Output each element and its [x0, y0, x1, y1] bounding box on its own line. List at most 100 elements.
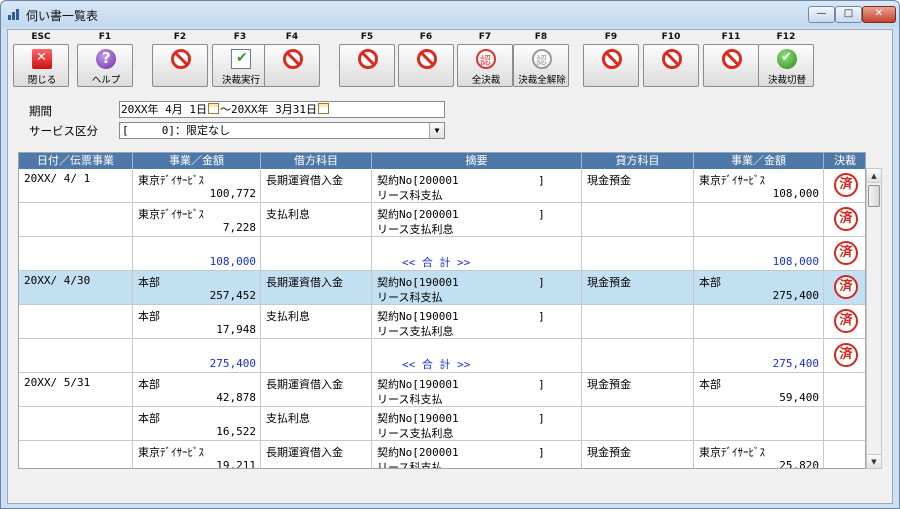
- table-row[interactable]: 本部 17,948 支払利息 契約No[190001 ] リース支払利息 済: [19, 305, 865, 339]
- memo-contract: 契約No[190001 ]: [377, 310, 545, 323]
- column-header[interactable]: 摘要: [372, 153, 582, 169]
- grid-cell: 契約No[200001 ] リース科支払: [372, 169, 582, 203]
- fkey-f5: F5: [339, 30, 395, 88]
- column-header[interactable]: 借方科目: [261, 153, 372, 169]
- grid-cell: [19, 237, 133, 271]
- credit-total-amount: 108,000: [772, 255, 819, 268]
- grid-cell: 現金預金: [582, 271, 694, 305]
- fkey-f1-button[interactable]: ヘルプ: [77, 44, 133, 87]
- close-window-button[interactable]: ✕: [862, 6, 896, 23]
- fkey-f7-button[interactable]: 全決裁: [457, 44, 513, 87]
- grid-cell: 長期運資借入金: [261, 441, 372, 468]
- period-from[interactable]: 20XX年 4月 1日: [121, 103, 207, 116]
- approval-cell[interactable]: 済: [824, 169, 865, 203]
- minimize-button[interactable]: —: [808, 6, 835, 23]
- fkey-f11-button[interactable]: [703, 44, 759, 87]
- grid-cell: 275,400: [133, 339, 261, 373]
- fkey-key-label: F3: [233, 32, 247, 42]
- credit-account: 現金預金: [587, 378, 631, 391]
- approval-cell[interactable]: 済: [824, 271, 865, 305]
- fkey-key-label: F6: [419, 32, 433, 42]
- grid-cell: 本部 17,948: [133, 305, 261, 339]
- fkey-f1: F1 ヘルプ: [77, 30, 133, 88]
- fkey-f4-button[interactable]: [264, 44, 320, 87]
- column-header[interactable]: 決裁: [824, 153, 865, 169]
- calendar-icon[interactable]: [317, 103, 329, 114]
- column-header[interactable]: 日付／伝票事業: [19, 153, 133, 169]
- disabled-icon: [602, 49, 622, 69]
- fkey-button-label: 決裁全解除: [518, 75, 566, 86]
- fkey-f2-button[interactable]: [152, 44, 208, 87]
- grid-cell: [582, 339, 694, 373]
- fkey-f6: F6: [398, 30, 454, 88]
- fkey-f10-button[interactable]: [643, 44, 699, 87]
- fkey-esc-button[interactable]: 閉じる: [13, 44, 69, 87]
- table-row[interactable]: 20XX/ 5/31 本部 42,878 長期運資借入金 契約No[190001 ] リー…: [19, 373, 865, 407]
- column-header[interactable]: 貸方科目: [582, 153, 694, 169]
- fkey-f12: F12 決裁切替: [758, 30, 814, 88]
- fkey-key-label: F8: [534, 32, 548, 42]
- help-icon: [96, 49, 116, 69]
- title-bar[interactable]: 伺い書一覧表 — □ ✕: [1, 1, 899, 27]
- fkey-f12-button[interactable]: 決裁切替: [758, 44, 814, 87]
- scroll-down-icon[interactable]: ▼: [867, 454, 881, 468]
- period-to[interactable]: 20XX年 3月31日: [231, 103, 317, 116]
- period-field[interactable]: 20XX年 4月 1日 ～20XX年 3月31日: [119, 101, 445, 118]
- grid-cell: 契約No[190001 ] リース科支払: [372, 271, 582, 305]
- total-row[interactable]: 108,000 << 合 計 >> 108,000 済: [19, 237, 865, 271]
- grid-cell: << 合 計 >>: [372, 339, 582, 373]
- memo-description: リース科支払: [377, 393, 443, 406]
- grid-cell: << 合 計 >>: [372, 237, 582, 271]
- table-row[interactable]: 20XX/ 4/30 本部 257,452 長期運資借入金 契約No[190001 ] リ…: [19, 271, 865, 305]
- approval-cell[interactable]: [824, 407, 865, 441]
- column-header[interactable]: 事業／金額: [133, 153, 261, 169]
- scroll-up-icon[interactable]: ▲: [867, 169, 881, 183]
- chevron-down-icon[interactable]: ▼: [429, 123, 444, 138]
- fkey-f6-button[interactable]: [398, 44, 454, 87]
- fkey-key-label: F1: [98, 32, 112, 42]
- calendar-icon[interactable]: [207, 103, 219, 114]
- debit-account: 支払利息: [266, 208, 310, 221]
- approval-cell[interactable]: [824, 373, 865, 407]
- fkey-key-label: F10: [661, 32, 681, 42]
- fkey-f5-button[interactable]: [339, 44, 395, 87]
- fkey-key-label: F12: [776, 32, 796, 42]
- debit-dept: 東京ﾃﾞｲｻｰﾋﾞｽ: [138, 446, 204, 459]
- total-row[interactable]: 275,400 << 合 計 >> 275,400 済: [19, 339, 865, 373]
- total-label: << 合 計 >>: [402, 256, 471, 269]
- approval-cell[interactable]: 済: [824, 305, 865, 339]
- table-row[interactable]: 本部 16,522 支払利息 契約No[190001 ] リース支払利息: [19, 407, 865, 441]
- grid-cell: 契約No[190001 ] リース科支払: [372, 373, 582, 407]
- service-select[interactable]: [ 0]：限定なし ▼: [119, 122, 445, 139]
- maximize-button[interactable]: □: [835, 6, 862, 23]
- table-row[interactable]: 東京ﾃﾞｲｻｰﾋﾞｽ 19,211 長期運資借入金 契約No[200001 ] リース科…: [19, 441, 865, 468]
- approval-cell[interactable]: 済: [824, 339, 865, 373]
- fkey-esc: ESC 閉じる: [13, 30, 69, 88]
- approval-cell[interactable]: 済: [824, 203, 865, 237]
- vertical-scrollbar[interactable]: ▲ ▼: [866, 168, 882, 469]
- fkey-f8-button[interactable]: 決裁全解除: [513, 44, 569, 87]
- column-header[interactable]: 事業／金額: [694, 153, 824, 169]
- grid-cell: 東京ﾃﾞｲｻｰﾋﾞｽ 108,000: [694, 169, 824, 203]
- grid-cell: 契約No[200001 ] リース科支払: [372, 441, 582, 468]
- grid-cell: [261, 339, 372, 373]
- approved-stamp-icon: 済: [834, 173, 858, 197]
- fkey-key-label: F2: [173, 32, 187, 42]
- credit-amount: 108,000: [772, 187, 819, 200]
- credit-account: 現金預金: [587, 446, 631, 459]
- grid-cell: 支払利息: [261, 407, 372, 441]
- fkey-f3-button[interactable]: 決裁実行: [212, 44, 268, 87]
- fkey-f9-button[interactable]: [583, 44, 639, 87]
- table-row[interactable]: 東京ﾃﾞｲｻｰﾋﾞｽ 7,228 支払利息 契約No[200001 ] リース支払利息 済: [19, 203, 865, 237]
- grid-cell: [19, 407, 133, 441]
- approval-cell[interactable]: [824, 441, 865, 468]
- grid-cell: 長期運資借入金: [261, 271, 372, 305]
- credit-dept: 東京ﾃﾞｲｻｰﾋﾞｽ: [699, 446, 765, 459]
- scroll-thumb[interactable]: [868, 185, 880, 207]
- memo-contract: 契約No[190001 ]: [377, 412, 545, 425]
- fkey-f7: F7 全決裁: [457, 30, 513, 88]
- approve-icon: [231, 49, 251, 69]
- credit-amount: 59,400: [779, 391, 819, 404]
- approval-cell[interactable]: 済: [824, 237, 865, 271]
- table-row[interactable]: 20XX/ 4/ 1 東京ﾃﾞｲｻｰﾋﾞｽ 100,772 長期運資借入金 契約No[2…: [19, 169, 865, 203]
